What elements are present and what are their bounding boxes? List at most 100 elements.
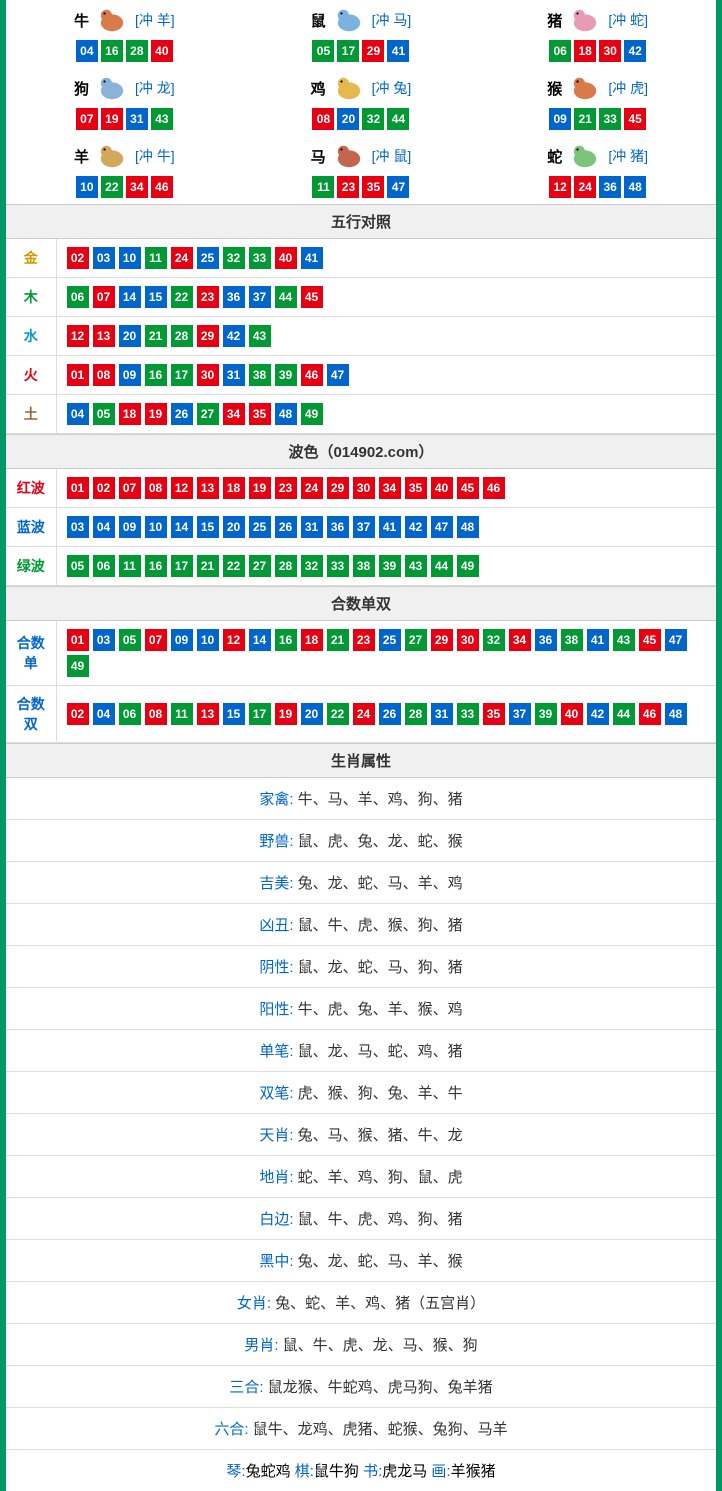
number-badge: 09	[171, 629, 193, 651]
number-badge: 04	[93, 516, 115, 538]
number-badge: 14	[119, 286, 141, 308]
attribute-value: 鼠龙猴、牛蛇鸡、虎马狗、兔羊猪	[264, 1379, 493, 1396]
number-badge: 08	[145, 703, 167, 725]
zodiac-conflict: [冲 虎]	[608, 78, 648, 98]
number-badge: 31	[301, 516, 323, 538]
attribute-label: 凶丑:	[259, 917, 293, 934]
number-badge: 01	[67, 629, 89, 651]
number-badge: 45	[639, 629, 661, 651]
number-badge: 23	[353, 629, 375, 651]
number-badge: 18	[574, 40, 596, 62]
number-badge: 39	[379, 555, 401, 577]
number-badge: 17	[171, 555, 193, 577]
row-label: 木	[6, 278, 56, 317]
number-badge: 03	[67, 516, 89, 538]
number-badge: 32	[301, 555, 323, 577]
number-badge: 11	[119, 555, 141, 577]
number-badge: 36	[599, 176, 621, 198]
final-label: 棋:	[295, 1463, 314, 1480]
number-badge: 09	[119, 516, 141, 538]
number-badge: 19	[275, 703, 297, 725]
number-badge: 42	[405, 516, 427, 538]
number-badge: 36	[327, 516, 349, 538]
number-badge: 33	[599, 108, 621, 130]
number-badge: 48	[457, 516, 479, 538]
number-badge: 49	[67, 655, 89, 677]
number-badge: 22	[171, 286, 193, 308]
number-badge: 28	[405, 703, 427, 725]
number-badge: 44	[275, 286, 297, 308]
heshu-table: 合数单0103050709101214161821232527293032343…	[6, 621, 716, 743]
number-badge: 43	[151, 108, 173, 130]
number-badge: 21	[574, 108, 596, 130]
zodiac-name: 猴	[547, 78, 562, 99]
zodiac-name: 狗	[74, 78, 89, 99]
number-badge: 20	[337, 108, 359, 130]
number-badge: 35	[405, 477, 427, 499]
number-badge: 02	[93, 477, 115, 499]
number-badge: 23	[197, 286, 219, 308]
row-numbers: 06071415222336374445	[56, 278, 716, 317]
section-header-heshu: 合数单双	[6, 586, 716, 621]
attribute-row: 天肖: 兔、马、猴、猪、牛、龙	[6, 1114, 716, 1156]
number-badge: 25	[379, 629, 401, 651]
number-badge: 27	[197, 403, 219, 425]
number-badge: 08	[145, 477, 167, 499]
row-numbers: 03040910141520252631363741424748	[56, 508, 716, 547]
number-badge: 42	[624, 40, 646, 62]
number-badge: 16	[145, 555, 167, 577]
number-badge: 16	[101, 40, 123, 62]
number-badge: 30	[599, 40, 621, 62]
number-badge: 19	[145, 403, 167, 425]
zodiac-conflict: [冲 马]	[372, 10, 412, 30]
number-badge: 39	[275, 364, 297, 386]
attribute-value: 兔、马、猴、猪、牛、龙	[294, 1127, 463, 1144]
number-badge: 10	[145, 516, 167, 538]
number-badge: 05	[119, 629, 141, 651]
number-badge: 21	[197, 555, 219, 577]
number-row: 11233547	[243, 176, 480, 198]
number-badge: 49	[457, 555, 479, 577]
attribute-row: 白边: 鼠、牛、虎、鸡、狗、猪	[6, 1198, 716, 1240]
attribute-label: 家禽:	[259, 791, 293, 808]
number-badge: 05	[312, 40, 334, 62]
table-row: 绿波05061116172122272832333839434449	[6, 547, 716, 586]
number-badge: 22	[101, 176, 123, 198]
attribute-label: 三合:	[229, 1379, 263, 1396]
attribute-value: 鼠牛、龙鸡、虎猪、蛇猴、兔狗、马羊	[249, 1421, 508, 1438]
number-badge: 02	[67, 247, 89, 269]
zodiac-conflict: [冲 龙]	[135, 78, 175, 98]
section-header-wuxing: 五行对照	[6, 204, 716, 239]
zodiac-conflict: [冲 兔]	[372, 78, 412, 98]
zodiac-name: 马	[311, 146, 326, 167]
number-badge: 29	[362, 40, 384, 62]
table-row: 金02031011242532334041	[6, 239, 716, 278]
attribute-value: 鼠、虎、兔、龙、蛇、猴	[294, 833, 463, 850]
number-badge: 05	[67, 555, 89, 577]
zodiac-conflict: [冲 猪]	[608, 146, 648, 166]
row-label: 金	[6, 239, 56, 278]
dog-icon	[93, 74, 131, 102]
number-row: 04162840	[6, 40, 243, 62]
number-badge: 21	[145, 325, 167, 347]
number-badge: 32	[223, 247, 245, 269]
row-label: 蓝波	[6, 508, 56, 547]
number-badge: 24	[353, 703, 375, 725]
number-badge: 16	[275, 629, 297, 651]
number-badge: 07	[145, 629, 167, 651]
attribute-value: 蛇、羊、鸡、狗、鼠、虎	[294, 1169, 463, 1186]
attribute-row: 单笔: 鼠、龙、马、蛇、鸡、猪	[6, 1030, 716, 1072]
number-badge: 26	[379, 703, 401, 725]
number-badge: 13	[197, 703, 219, 725]
number-badge: 09	[119, 364, 141, 386]
number-badge: 48	[665, 703, 687, 725]
number-badge: 23	[275, 477, 297, 499]
attribute-value: 兔、龙、蛇、马、羊、鸡	[294, 875, 463, 892]
bose-table: 红波0102070812131819232429303435404546蓝波03…	[6, 469, 716, 586]
number-badge: 12	[171, 477, 193, 499]
number-badge: 28	[171, 325, 193, 347]
number-badge: 18	[119, 403, 141, 425]
number-badge: 12	[223, 629, 245, 651]
number-badge: 18	[301, 629, 323, 651]
attribute-row: 地肖: 蛇、羊、鸡、狗、鼠、虎	[6, 1156, 716, 1198]
